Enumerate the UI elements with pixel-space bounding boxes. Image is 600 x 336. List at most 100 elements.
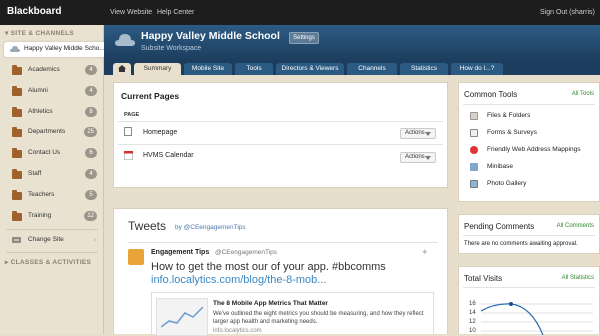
settings-button[interactable]: Settings bbox=[289, 32, 319, 44]
tab-bar: Summary Mobile Site Tools Directors & Vi… bbox=[104, 61, 600, 75]
all-comments-link[interactable]: All Comments bbox=[557, 223, 594, 229]
current-pages-title: Current Pages bbox=[121, 91, 180, 101]
divider bbox=[128, 242, 438, 243]
help-center-link[interactable]: Help Center bbox=[157, 9, 194, 16]
sidebar-item-athletics[interactable]: Athletics 8 bbox=[0, 107, 104, 121]
tab-directors-viewers[interactable]: Directors & Viewers bbox=[276, 63, 344, 75]
sidebar-item-label: Training bbox=[28, 212, 52, 219]
tweets-panel: Tweets by @CEengagemenTips Engagement Ti… bbox=[113, 208, 448, 336]
sidebar-item-label: Contact Us bbox=[28, 149, 61, 156]
row-divider bbox=[118, 144, 443, 145]
common-tools-title: Common Tools bbox=[464, 90, 518, 99]
actions-dropdown[interactable]: Actions bbox=[400, 128, 436, 139]
sidebar-divider bbox=[6, 252, 98, 253]
avatar[interactable] bbox=[128, 249, 144, 265]
sidebar-item-departments[interactable]: Departments 25 bbox=[0, 127, 104, 141]
cloud-icon bbox=[10, 46, 20, 52]
row-divider bbox=[118, 121, 443, 122]
folder-icon bbox=[12, 190, 22, 200]
folder-icon bbox=[12, 169, 22, 179]
change-site-icon bbox=[12, 237, 21, 243]
page-name[interactable]: Homepage bbox=[143, 129, 177, 136]
card-link: info.localytics.com bbox=[213, 328, 262, 334]
current-site-item[interactable]: Happy Valley Middle Scho... bbox=[4, 42, 108, 57]
sidebar-item-label: Academics bbox=[28, 66, 60, 73]
folder-icon bbox=[12, 65, 22, 75]
tool-label: Minibase bbox=[487, 163, 514, 170]
actions-dropdown[interactable]: Actions bbox=[400, 152, 436, 163]
tweet-handle[interactable]: @CEengagemenTips bbox=[215, 249, 277, 256]
sidebar-item-label: Departments bbox=[28, 128, 66, 135]
sidebar-item-alumni[interactable]: Alumni 4 bbox=[0, 86, 104, 100]
current-site-label: Happy Valley Middle Scho... bbox=[24, 45, 105, 52]
sidebar-item-label: Alumni bbox=[28, 87, 48, 94]
tool-label: Files & Folders bbox=[487, 112, 531, 119]
folder-icon bbox=[12, 148, 22, 158]
card-thumbnail bbox=[156, 298, 208, 336]
divider bbox=[463, 287, 595, 288]
tab-channels[interactable]: Channels bbox=[347, 63, 397, 75]
folder-icon bbox=[12, 86, 22, 96]
tool-label: Forms & Surveys bbox=[487, 129, 537, 136]
top-bar: Blackboard View Website Help Center Sign… bbox=[0, 0, 600, 25]
card-body: We've outlined the eight metrics you sho… bbox=[213, 311, 424, 325]
site-title: Happy Valley Middle School bbox=[141, 30, 280, 42]
folder-icon bbox=[12, 107, 22, 117]
count-badge: 8 bbox=[85, 107, 97, 117]
y-tick-label: 10 bbox=[469, 328, 476, 334]
sidebar-item-training[interactable]: Training 12 bbox=[0, 211, 104, 225]
tab-home[interactable] bbox=[113, 63, 131, 75]
sidebar-item-label: Teachers bbox=[28, 191, 55, 198]
sidebar-item-academics[interactable]: Academics 4 bbox=[0, 65, 104, 79]
sidebar-section-site-channels[interactable]: ▾ SITE & CHANNELS bbox=[5, 29, 74, 37]
minibase-icon bbox=[470, 163, 478, 171]
chevron-right-icon: › bbox=[93, 235, 96, 244]
sidebar-item-contact-us[interactable]: Contact Us 6 bbox=[0, 148, 104, 162]
y-tick-label: 12 bbox=[469, 319, 476, 325]
common-tools-panel: Common Tools All Tools Files & Folders F… bbox=[458, 82, 600, 202]
home-icon bbox=[118, 65, 126, 72]
tweet-author[interactable]: Engagement Tips bbox=[151, 249, 209, 256]
tab-mobile-site[interactable]: Mobile Site bbox=[184, 63, 232, 75]
blackboard-logo[interactable]: Blackboard bbox=[7, 6, 61, 17]
all-statistics-link[interactable]: All Statistics bbox=[562, 275, 594, 281]
total-visits-title: Total Visits bbox=[464, 274, 503, 283]
folder-icon bbox=[12, 127, 22, 137]
tab-tools[interactable]: Tools bbox=[235, 63, 273, 75]
all-tools-link[interactable]: All Tools bbox=[572, 91, 594, 97]
divider bbox=[463, 235, 595, 236]
count-badge: 6 bbox=[85, 148, 97, 158]
sidebar-item-label: Athletics bbox=[28, 108, 53, 115]
tweet-text: How to get the most our of your app. #bb… bbox=[151, 261, 386, 273]
change-site-item[interactable]: Change Site › bbox=[0, 235, 104, 249]
tool-label: Friendly Web Address Mappings bbox=[487, 146, 581, 153]
y-tick-label: 16 bbox=[469, 301, 476, 307]
tab-how-do-i[interactable]: How do I...? bbox=[451, 63, 503, 75]
count-badge: 4 bbox=[85, 169, 97, 179]
site-header: Happy Valley Middle School Subsite Works… bbox=[104, 25, 600, 61]
page-name[interactable]: HVMS Calendar bbox=[143, 152, 194, 159]
sidebar-item-teachers[interactable]: Teachers 5 bbox=[0, 190, 104, 204]
sidebar-item-staff[interactable]: Staff 4 bbox=[0, 169, 104, 183]
sign-out-link[interactable]: Sign Out (sharris) bbox=[540, 9, 595, 16]
forms-icon bbox=[470, 129, 478, 137]
tweets-by-link[interactable]: by @CEengagemenTips bbox=[175, 224, 246, 231]
sidebar-divider bbox=[6, 229, 98, 230]
calendar-icon bbox=[124, 151, 133, 160]
tab-statistics[interactable]: Statistics bbox=[400, 63, 448, 75]
tweet-link[interactable]: info.localytics.com/blog/the-8-mob... bbox=[151, 274, 326, 286]
files-folders-icon bbox=[470, 112, 478, 120]
photo-gallery-icon bbox=[470, 180, 478, 188]
card-title: The 8 Mobile App Metrics That Matter bbox=[213, 300, 328, 307]
view-website-link[interactable]: View Website bbox=[110, 9, 152, 16]
sidebar-item-label: Staff bbox=[28, 170, 42, 177]
link-card[interactable]: The 8 Mobile App Metrics That Matter We'… bbox=[151, 292, 434, 336]
sidebar-section-classes-activities[interactable]: ▸ CLASSES & ACTIVITIES bbox=[5, 258, 91, 266]
sidebar: ▾ SITE & CHANNELS Happy Valley Middle Sc… bbox=[0, 25, 108, 334]
visits-chart bbox=[481, 302, 593, 335]
count-badge: 12 bbox=[84, 211, 97, 221]
total-visits-panel: Total Visits All Statistics 16 14 12 10 bbox=[458, 266, 600, 335]
tab-summary[interactable]: Summary bbox=[134, 63, 181, 75]
y-tick-label: 14 bbox=[469, 310, 476, 316]
chart-thumbnail-icon bbox=[161, 306, 203, 328]
